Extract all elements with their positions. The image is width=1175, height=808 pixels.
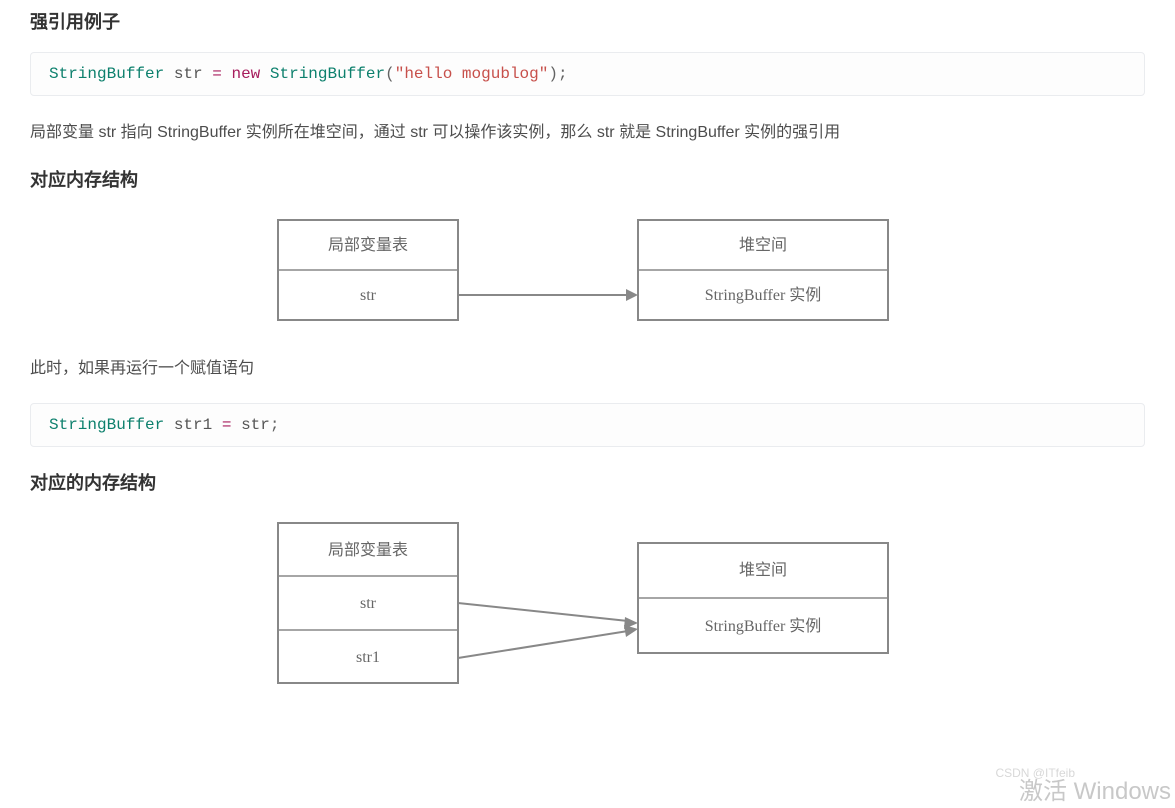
- heading-memory-2: 对应的内存结构: [30, 469, 1145, 495]
- code-token: ;: [558, 65, 568, 83]
- diagram-label: 局部变量表: [327, 236, 407, 254]
- heading-example: 强引用例子: [30, 8, 1145, 34]
- code-token: str1: [174, 416, 212, 434]
- diagram-1-wrap: 局部变量表 str 堆空间 StringBuffer 实例: [30, 210, 1145, 330]
- code-block-1: StringBuffer str = new StringBuffer("hel…: [30, 52, 1145, 96]
- watermark-windows: 激活 Windows: [1019, 771, 1171, 806]
- diagram-label: 堆空间: [738, 236, 786, 254]
- diagram-label: 堆空间: [738, 561, 786, 579]
- diagram-label: StringBuffer 实例: [704, 617, 821, 635]
- code-token: str: [174, 65, 203, 83]
- code-token: =: [222, 416, 232, 434]
- code-token: ): [548, 65, 558, 83]
- code-token: =: [212, 65, 222, 83]
- diagram-1: 局部变量表 str 堆空间 StringBuffer 实例: [268, 210, 908, 330]
- diagram-2: 局部变量表 str str1 堆空间 StringBuffer 实例: [268, 513, 908, 693]
- code-token: StringBuffer: [49, 416, 164, 434]
- diagram-2-wrap: 局部变量表 str str1 堆空间 StringBuffer 实例: [30, 513, 1145, 693]
- paragraph-2: 此时，如果再运行一个赋值语句: [30, 354, 1145, 384]
- arrow-head-icon: [624, 625, 638, 637]
- watermark-csdn: CSDN @ITfeib: [995, 766, 1075, 780]
- arrow-head-icon: [626, 289, 638, 301]
- code-token: (: [385, 65, 395, 83]
- code-token: str: [241, 416, 270, 434]
- heading-memory-1: 对应内存结构: [30, 166, 1145, 192]
- paragraph-1: 局部变量 str 指向 StringBuffer 实例所在堆空间，通过 str …: [30, 118, 1145, 148]
- code-token: ;: [270, 416, 280, 434]
- diagram-label: str: [360, 287, 377, 304]
- code-token: StringBuffer: [49, 65, 164, 83]
- code-token: new: [231, 65, 260, 83]
- diagram-label: str1: [356, 649, 380, 666]
- code-token: "hello mogublog": [395, 65, 549, 83]
- code-token: StringBuffer: [270, 65, 385, 83]
- diagram-label: StringBuffer 实例: [704, 286, 821, 304]
- diagram-label: 局部变量表: [327, 541, 407, 559]
- code-block-2: StringBuffer str1 = str;: [30, 403, 1145, 447]
- diagram-label: str: [360, 595, 377, 612]
